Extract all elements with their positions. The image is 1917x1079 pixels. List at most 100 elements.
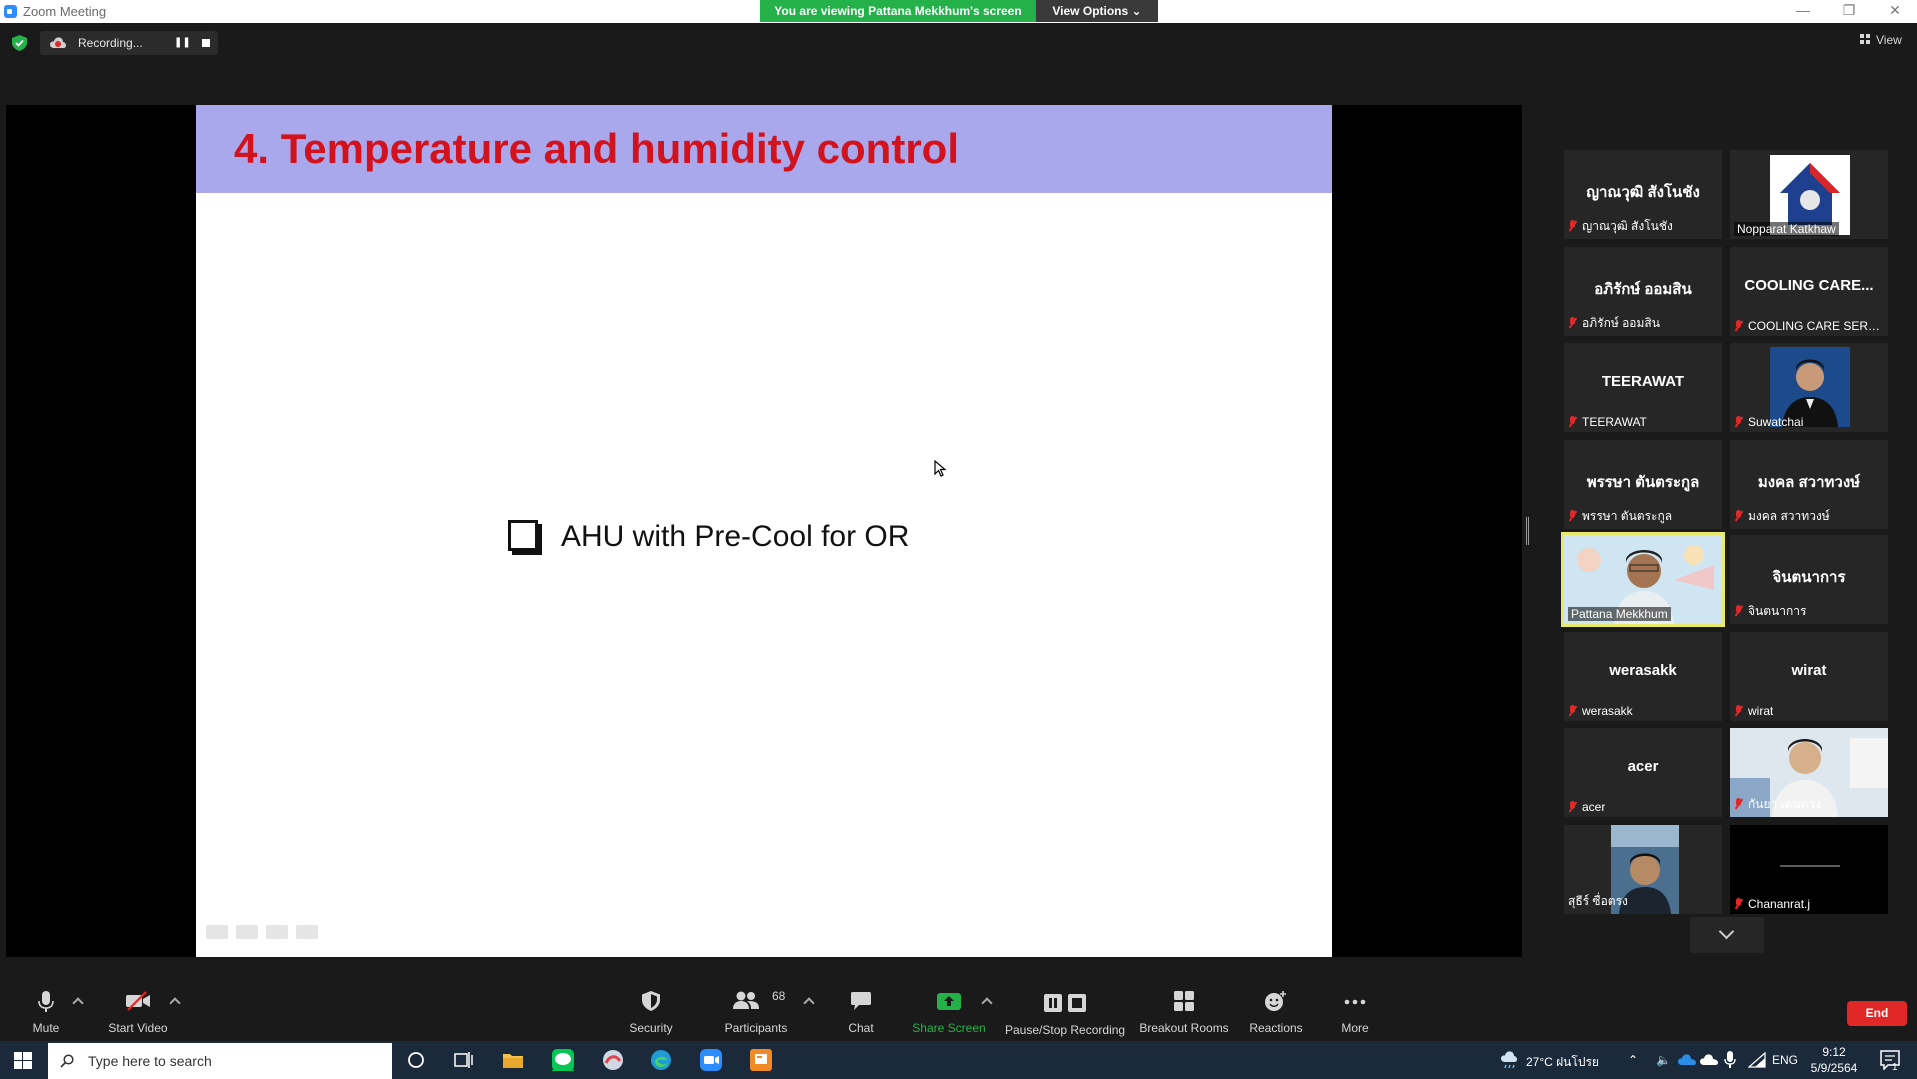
reactions-button[interactable]: Reactions: [1246, 969, 1306, 1041]
pause-recording-icon[interactable]: ❚❚: [174, 35, 191, 51]
notification-count: 1: [1892, 1062, 1898, 1073]
weather-text[interactable]: 27°C ฝนโปรย: [1526, 1053, 1599, 1072]
title-bar: Zoom Meeting You are viewing Pattana Mek…: [0, 0, 1917, 23]
gallery-next-page-button[interactable]: [1690, 917, 1764, 953]
previous-slide-icon[interactable]: [206, 925, 228, 939]
audio-options-caret-icon[interactable]: [72, 997, 84, 1009]
view-options-button[interactable]: View Options ⌄: [1036, 0, 1158, 22]
participant-tile[interactable]: ญาณวุฒิ สังโนชัง ญาณวุฒิ สังโนชัง: [1564, 150, 1722, 239]
participant-nameplate: Nopparat Katkhaw: [1734, 222, 1839, 236]
mute-button[interactable]: Mute: [18, 969, 74, 1041]
windows-start-icon[interactable]: [14, 1052, 32, 1069]
participant-nameplate: สุธีร์ ซื่อตรง: [1568, 892, 1628, 911]
participant-nameplate: Pattana Mekkhum: [1568, 607, 1671, 621]
start-video-button[interactable]: Start Video: [103, 969, 173, 1041]
participant-name: wirat: [1748, 704, 1774, 718]
window-title: Zoom Meeting: [23, 4, 107, 19]
participant-tile[interactable]: werasakk werasakk: [1564, 632, 1722, 721]
participants-button[interactable]: 68 Participants: [720, 969, 792, 1041]
participant-name: Pattana Mekkhum: [1571, 607, 1668, 621]
slides-menu-icon[interactable]: [266, 925, 288, 939]
participant-tile[interactable]: จินตนาการ จินตนาการ: [1730, 535, 1888, 624]
cloud-icon[interactable]: [1700, 1052, 1718, 1066]
mic-muted-icon: [1734, 798, 1743, 809]
participant-name: อภิรักษ์ ออมสิน: [1582, 316, 1660, 330]
weather-rain-icon[interactable]: [1500, 1049, 1522, 1071]
participant-tile[interactable]: COOLING CARE... COOLING CARE SERV...: [1730, 247, 1888, 336]
taskbar-clock[interactable]: 9:12 5/9/2564: [1804, 1044, 1864, 1076]
reactions-label: Reactions: [1249, 1021, 1303, 1035]
participant-name: Nopparat Katkhaw: [1737, 222, 1836, 236]
participant-tile[interactable]: มงคล สวาทวงษ์ มงคล สวาทวงษ์: [1730, 440, 1888, 529]
pen-icon[interactable]: [236, 925, 258, 939]
app-icon[interactable]: [602, 1049, 624, 1071]
mic-muted-icon: [1734, 416, 1743, 427]
file-explorer-icon[interactable]: [502, 1049, 524, 1071]
participant-tile[interactable]: TEERAWAT TEERAWAT: [1564, 343, 1722, 432]
slideshow-controls[interactable]: [206, 925, 326, 947]
language-indicator[interactable]: ENG: [1772, 1053, 1798, 1067]
participant-tile[interactable]: อภิรักษ์ ออมสิน อภิรักษ์ ออมสิน: [1564, 247, 1722, 336]
participant-display-name: พรรษา ตันตระกูล: [1586, 474, 1700, 491]
tray-microphone-icon[interactable]: [1724, 1051, 1736, 1069]
restore-icon[interactable]: ❐: [1826, 0, 1872, 22]
participants-icon: [733, 991, 759, 1009]
participant-count: 68: [772, 989, 786, 1003]
participant-tile[interactable]: wirat wirat: [1730, 632, 1888, 721]
panel-resize-handle[interactable]: [1526, 517, 1529, 545]
cortana-icon[interactable]: [405, 1049, 427, 1071]
participant-tile[interactable]: acer acer: [1564, 728, 1722, 817]
participant-display-name: จินตนาการ: [1772, 569, 1846, 586]
pause-stop-recording-label: Pause/Stop Recording: [1005, 1023, 1126, 1037]
mic-muted-icon: [1734, 898, 1743, 909]
share-screen-button[interactable]: Share Screen: [912, 969, 986, 1041]
end-meeting-button[interactable]: End: [1847, 1001, 1907, 1026]
participant-name: จินตนาการ: [1748, 604, 1807, 618]
security-button[interactable]: Security: [616, 969, 686, 1041]
participant-nameplate: TEERAWAT: [1568, 415, 1647, 429]
participant-name: Suwatchai: [1748, 415, 1804, 429]
chat-label: Chat: [848, 1021, 874, 1035]
participant-tile[interactable]: Chananrat.j: [1730, 825, 1888, 914]
task-view-icon[interactable]: [452, 1049, 474, 1071]
view-layout-button[interactable]: View: [1860, 33, 1902, 47]
clock-date: 5/9/2564: [1810, 1061, 1858, 1075]
line-app-icon[interactable]: [552, 1049, 574, 1071]
participants-options-caret-icon[interactable]: [803, 997, 815, 1009]
participant-tile[interactable]: Suwatchai: [1730, 343, 1888, 432]
volume-icon[interactable]: 🔈: [1656, 1053, 1671, 1067]
stop-recording-icon[interactable]: [198, 35, 214, 51]
wifi-icon[interactable]: [1748, 1051, 1766, 1069]
breakout-rooms-button[interactable]: Breakout Rooms: [1138, 969, 1230, 1041]
more-button[interactable]: More: [1330, 969, 1380, 1041]
presentation-app-icon[interactable]: [750, 1049, 772, 1071]
mic-muted-icon: [1568, 416, 1577, 427]
onedrive-icon[interactable]: [1678, 1052, 1696, 1066]
next-slide-icon[interactable]: [296, 925, 318, 939]
participant-tile[interactable]: Nopparat Katkhaw: [1730, 150, 1888, 239]
participant-tile[interactable]: กันยา เดนดวง: [1730, 728, 1888, 817]
encryption-shield-icon[interactable]: [12, 35, 27, 51]
chat-button[interactable]: Chat: [841, 969, 881, 1041]
active-speaker-tile[interactable]: Pattana Mekkhum: [1561, 532, 1725, 627]
minimize-icon[interactable]: —: [1780, 0, 1826, 22]
participant-nameplate: พรรษา ตันตระกูล: [1568, 507, 1672, 526]
participant-name: มงคล สวาทวงษ์: [1748, 509, 1830, 523]
edge-browser-icon[interactable]: [650, 1049, 672, 1071]
participant-tile[interactable]: พรรษา ตันตระกูล พรรษา ตันตระกูล: [1564, 440, 1722, 529]
participant-display-name: werasakk: [1609, 662, 1677, 679]
pause-stop-recording-button[interactable]: Pause/Stop Recording: [1005, 969, 1125, 1041]
participant-name: Chananrat.j: [1748, 897, 1811, 911]
view-options-label: View Options: [1052, 4, 1129, 18]
taskbar-search-box[interactable]: Type here to search: [48, 1043, 392, 1079]
meeting-controls-toolbar: Mute Start Video Security 68 Participant…: [0, 969, 1917, 1041]
zoom-taskbar-icon[interactable]: [700, 1049, 722, 1071]
participant-nameplate: Chananrat.j: [1734, 897, 1810, 911]
mic-muted-icon: [1568, 317, 1577, 328]
participant-video: [1780, 865, 1840, 867]
tray-chevron-up-icon[interactable]: ⌃: [1628, 1053, 1638, 1067]
participant-tile[interactable]: สุธีร์ ซื่อตรง: [1564, 825, 1722, 914]
mic-muted-icon: [1568, 801, 1577, 812]
close-icon[interactable]: ✕: [1872, 0, 1917, 22]
participant-nameplate: กันยา เดนดวง: [1734, 795, 1821, 814]
